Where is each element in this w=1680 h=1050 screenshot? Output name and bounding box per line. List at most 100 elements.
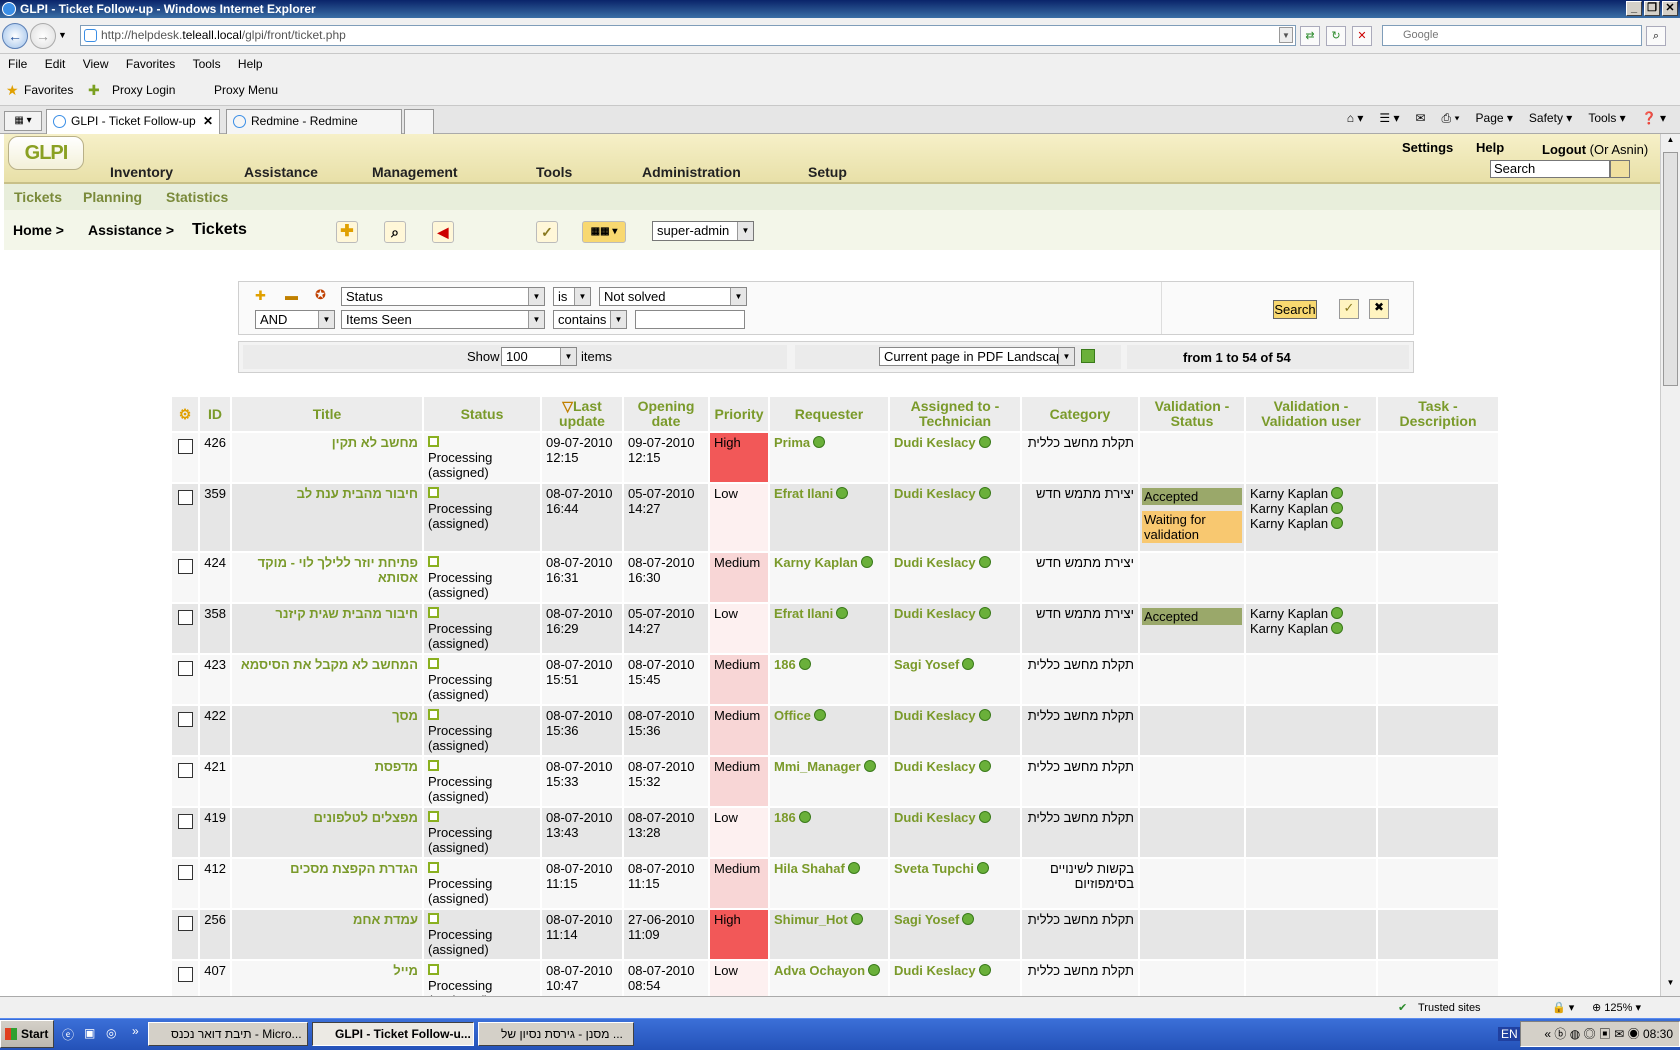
column-header-requester[interactable]: Requester xyxy=(770,397,888,431)
safety-menu[interactable]: Safety ▾ xyxy=(1529,111,1572,126)
submenu-tickets[interactable]: Tickets xyxy=(14,184,62,210)
column-header-title[interactable]: Title xyxy=(232,397,422,431)
menu-view[interactable]: View xyxy=(83,57,109,71)
technician-link[interactable]: Sagi Yosef xyxy=(894,657,959,672)
user-info-icon[interactable] xyxy=(978,964,991,976)
user-info-icon[interactable] xyxy=(868,964,881,976)
task-outlook[interactable]: תיבת דואר נכנס - Micro... xyxy=(148,1022,308,1046)
address-bar[interactable]: http://helpdesk.teleall.local/glpi/front… xyxy=(80,25,1296,46)
technician-link[interactable]: Dudi Keslacy xyxy=(894,435,976,450)
settings-link[interactable]: Settings xyxy=(1402,140,1453,155)
search-ticket-icon[interactable]: ⌕ xyxy=(384,221,406,243)
column-header-priority[interactable]: Priority xyxy=(710,397,768,431)
user-info-icon[interactable] xyxy=(978,436,991,448)
user-info-icon[interactable] xyxy=(860,556,873,568)
reset-search-icon[interactable]: ✖ xyxy=(1369,299,1389,319)
favorites-button[interactable]: Favorites xyxy=(24,74,73,106)
submenu-planning[interactable]: Planning xyxy=(83,184,142,210)
user-info-icon[interactable] xyxy=(978,709,991,721)
column-header-validation-status[interactable]: Validation - Status xyxy=(1140,397,1244,431)
help-icon[interactable]: ❓ ▾ xyxy=(1642,111,1666,126)
row-checkbox[interactable] xyxy=(177,610,193,625)
add-ticket-icon[interactable]: ✚ xyxy=(336,221,358,243)
user-info-icon[interactable] xyxy=(798,811,811,823)
validation-user[interactable]: Karny Kaplan xyxy=(1250,621,1372,636)
close-window-button[interactable]: ✕ xyxy=(1662,1,1678,16)
column-header-last-update[interactable]: ▽Last update xyxy=(542,397,622,431)
column-header-status[interactable]: Status xyxy=(424,397,540,431)
history-dropdown-icon[interactable]: ▼ xyxy=(58,30,67,40)
user-info-icon[interactable] xyxy=(978,487,991,499)
scroll-up-icon[interactable]: ▲ xyxy=(1663,135,1678,151)
vertical-scrollbar[interactable]: ▲ ▼ xyxy=(1660,134,1680,996)
ticket-title-link[interactable]: מחשב לא תקין xyxy=(236,435,418,450)
requester-link[interactable]: Efrat Ilani xyxy=(774,486,833,501)
mail-icon[interactable]: ✉ xyxy=(1415,111,1425,126)
feeds-icon[interactable]: ☰ ▾ xyxy=(1379,111,1399,126)
column-header-opening-date[interactable]: Opening date xyxy=(624,397,708,431)
tab-glpi[interactable]: GLPI - Ticket Follow-up ✕ xyxy=(46,109,220,134)
column-header-task-description[interactable]: Task - Description xyxy=(1378,397,1498,431)
breadcrumb-home[interactable]: Home > xyxy=(13,222,64,238)
export-go-icon[interactable] xyxy=(1081,349,1095,363)
tab-redmine[interactable]: Redmine - Redmine xyxy=(226,109,402,134)
browser-search-icon[interactable]: ⌕ xyxy=(1646,26,1666,46)
row-checkbox[interactable] xyxy=(177,916,193,931)
remove-criterion-icon[interactable]: ▬ xyxy=(285,288,298,303)
user-info-icon[interactable] xyxy=(836,607,849,619)
glpi-search-input[interactable]: Search xyxy=(1490,160,1610,178)
requester-link[interactable]: Prima xyxy=(774,435,810,450)
ticket-title-link[interactable]: מדפסת xyxy=(236,759,418,774)
quick-tabs-icon[interactable]: ▦ ▾ xyxy=(4,111,42,131)
menu-edit[interactable]: Edit xyxy=(45,57,66,71)
scrollbar-thumb[interactable] xyxy=(1663,152,1678,386)
validation-user[interactable]: Karny Kaplan xyxy=(1250,501,1372,516)
requester-link[interactable]: Shimur_Hot xyxy=(774,912,848,927)
technician-link[interactable]: Sveta Tupchi xyxy=(894,861,974,876)
favorite-link-proxy-login[interactable]: Proxy Login xyxy=(112,74,175,106)
select-all-header[interactable]: ⚙ xyxy=(172,397,198,431)
help-link[interactable]: Help xyxy=(1476,140,1504,155)
add-favorite-icon[interactable]: ✚ xyxy=(88,74,100,106)
ticket-title-link[interactable]: המחשב לא מקבל את הסיסמא xyxy=(236,657,418,672)
menu-favorites[interactable]: Favorites xyxy=(126,57,175,71)
requester-link[interactable]: 186 xyxy=(774,810,796,825)
user-info-icon[interactable] xyxy=(798,658,811,670)
tools-menu[interactable]: Tools ▾ xyxy=(1588,111,1625,126)
criterion-value-select[interactable]: Not solved ▼ xyxy=(599,287,747,306)
add-criterion-icon[interactable]: ✚ xyxy=(255,288,266,304)
menu-management[interactable]: Management xyxy=(372,164,458,180)
user-info-icon[interactable] xyxy=(850,913,863,925)
user-info-icon[interactable] xyxy=(836,487,849,499)
row-checkbox[interactable] xyxy=(177,763,193,778)
validation-user[interactable]: Karny Kaplan xyxy=(1250,606,1372,621)
quicklaunch-ie-icon[interactable]: ⓔ xyxy=(62,1026,74,1043)
requester-link[interactable]: Hila Shahaf xyxy=(774,861,845,876)
favorite-link-proxy-menu[interactable]: Proxy Menu xyxy=(214,74,278,106)
technician-link[interactable]: Dudi Keslacy xyxy=(894,606,976,621)
technician-link[interactable]: Dudi Keslacy xyxy=(894,555,976,570)
forward-button[interactable]: → xyxy=(30,23,56,49)
technician-link[interactable]: Dudi Keslacy xyxy=(894,708,976,723)
export-select[interactable]: Current page in PDF Landscape ▼ xyxy=(879,347,1075,366)
task-filter[interactable]: מסנן - גירסת נסיון של ... xyxy=(478,1022,634,1046)
criterion2-field-select[interactable]: Items Seen ▼ xyxy=(341,310,545,329)
user-info-icon[interactable] xyxy=(978,760,991,772)
technician-link[interactable]: Dudi Keslacy xyxy=(894,810,976,825)
ticket-title-link[interactable]: מפצלים לטלפונים xyxy=(236,810,418,825)
home-icon[interactable]: ⌂ ▾ xyxy=(1347,111,1364,126)
ticket-title-link[interactable]: חיבור מהבית ענת לב xyxy=(236,486,418,501)
requester-link[interactable]: Office xyxy=(774,708,811,723)
print-icon[interactable]: ⎙ ▾ xyxy=(1442,111,1460,126)
criterion2-operator-select[interactable]: contains ▼ xyxy=(553,310,627,329)
requester-link[interactable]: Karny Kaplan xyxy=(774,555,858,570)
quicklaunch-outlook-icon[interactable]: ◎ xyxy=(106,1026,116,1040)
validation-user[interactable]: Karny Kaplan xyxy=(1250,486,1372,501)
menu-file[interactable]: File xyxy=(8,57,27,71)
user-info-icon[interactable] xyxy=(962,913,975,925)
logout-link[interactable]: Logout (Or Asnin) xyxy=(1542,142,1648,157)
glpi-logo[interactable]: GLPI xyxy=(8,136,84,170)
user-info-icon[interactable] xyxy=(962,658,975,670)
ticket-title-link[interactable]: עמדת אחמ xyxy=(236,912,418,927)
select-columns-icon[interactable]: ▦▦ ▾ xyxy=(582,221,626,243)
